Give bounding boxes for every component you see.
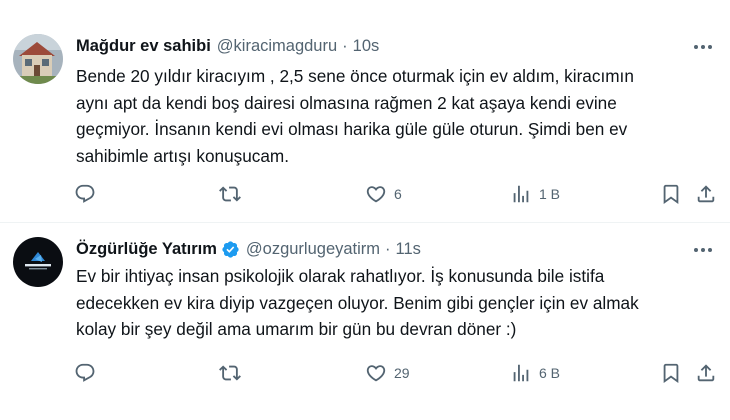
tweet-header: Mağdur ev sahibi @kiracimagduru · 10s bbox=[76, 34, 379, 58]
views-icon bbox=[513, 185, 529, 203]
timestamp[interactable]: 10s bbox=[353, 37, 380, 56]
retweet-button[interactable] bbox=[219, 182, 248, 206]
reply-button[interactable] bbox=[74, 182, 103, 206]
bookmark-button[interactable] bbox=[660, 361, 682, 385]
author-name[interactable]: Mağdur ev sahibi bbox=[76, 37, 211, 56]
author-handle[interactable]: @kiracimagduru bbox=[217, 37, 337, 56]
bookmark-icon bbox=[663, 184, 679, 205]
timestamp[interactable]: 11s bbox=[396, 240, 421, 259]
like-button[interactable]: 29 bbox=[365, 361, 410, 385]
more-icon[interactable] bbox=[690, 37, 716, 57]
retweet-icon bbox=[219, 365, 241, 381]
like-icon bbox=[366, 365, 386, 382]
author-name[interactable]: Özgürlüğe Yatırım bbox=[76, 240, 217, 259]
avatar[interactable] bbox=[13, 34, 63, 84]
separator-dot: · bbox=[385, 239, 391, 258]
tweet[interactable]: Özgürlüğe Yatırım @ozgurlugeyatirm · 11s… bbox=[0, 223, 730, 420]
tweet-actions: 6 1 B bbox=[74, 182, 717, 206]
bookmark-button[interactable] bbox=[660, 182, 682, 206]
reply-icon bbox=[75, 363, 95, 382]
author-handle[interactable]: @ozgurlugeyatirm bbox=[246, 240, 380, 259]
views-count: 1 B bbox=[539, 186, 561, 202]
like-count: 6 bbox=[394, 186, 402, 202]
tweet-actions: 29 6 B bbox=[74, 361, 717, 385]
share-icon bbox=[697, 364, 715, 382]
retweet-icon bbox=[219, 186, 241, 202]
share-button[interactable] bbox=[695, 182, 717, 206]
more-icon[interactable] bbox=[690, 240, 716, 260]
tweet-text: Bende 20 yıldır kiracıyım , 2,5 sene önc… bbox=[76, 66, 634, 166]
share-button[interactable] bbox=[695, 361, 717, 385]
tweet[interactable]: Mağdur ev sahibi @kiracimagduru · 10s Be… bbox=[0, 0, 730, 222]
tweet-text: Ev bir ihtiyaç insan psikolojik olarak r… bbox=[76, 266, 639, 339]
share-icon bbox=[697, 185, 715, 203]
retweet-button[interactable] bbox=[219, 361, 248, 385]
separator-dot: · bbox=[342, 36, 348, 55]
reply-button[interactable] bbox=[74, 361, 103, 385]
bookmark-icon bbox=[663, 363, 679, 384]
views-icon bbox=[513, 364, 529, 382]
like-count: 29 bbox=[394, 365, 410, 381]
views-button[interactable]: 6 B bbox=[510, 361, 560, 385]
views-button[interactable]: 1 B bbox=[510, 182, 560, 206]
reply-icon bbox=[75, 184, 95, 203]
tweet-header: Özgürlüğe Yatırım @ozgurlugeyatirm · 11s bbox=[76, 237, 421, 261]
like-button[interactable]: 6 bbox=[365, 182, 402, 206]
verified-badge-icon bbox=[221, 240, 240, 259]
like-icon bbox=[366, 186, 386, 203]
views-count: 6 B bbox=[539, 365, 561, 381]
avatar[interactable] bbox=[13, 237, 63, 287]
